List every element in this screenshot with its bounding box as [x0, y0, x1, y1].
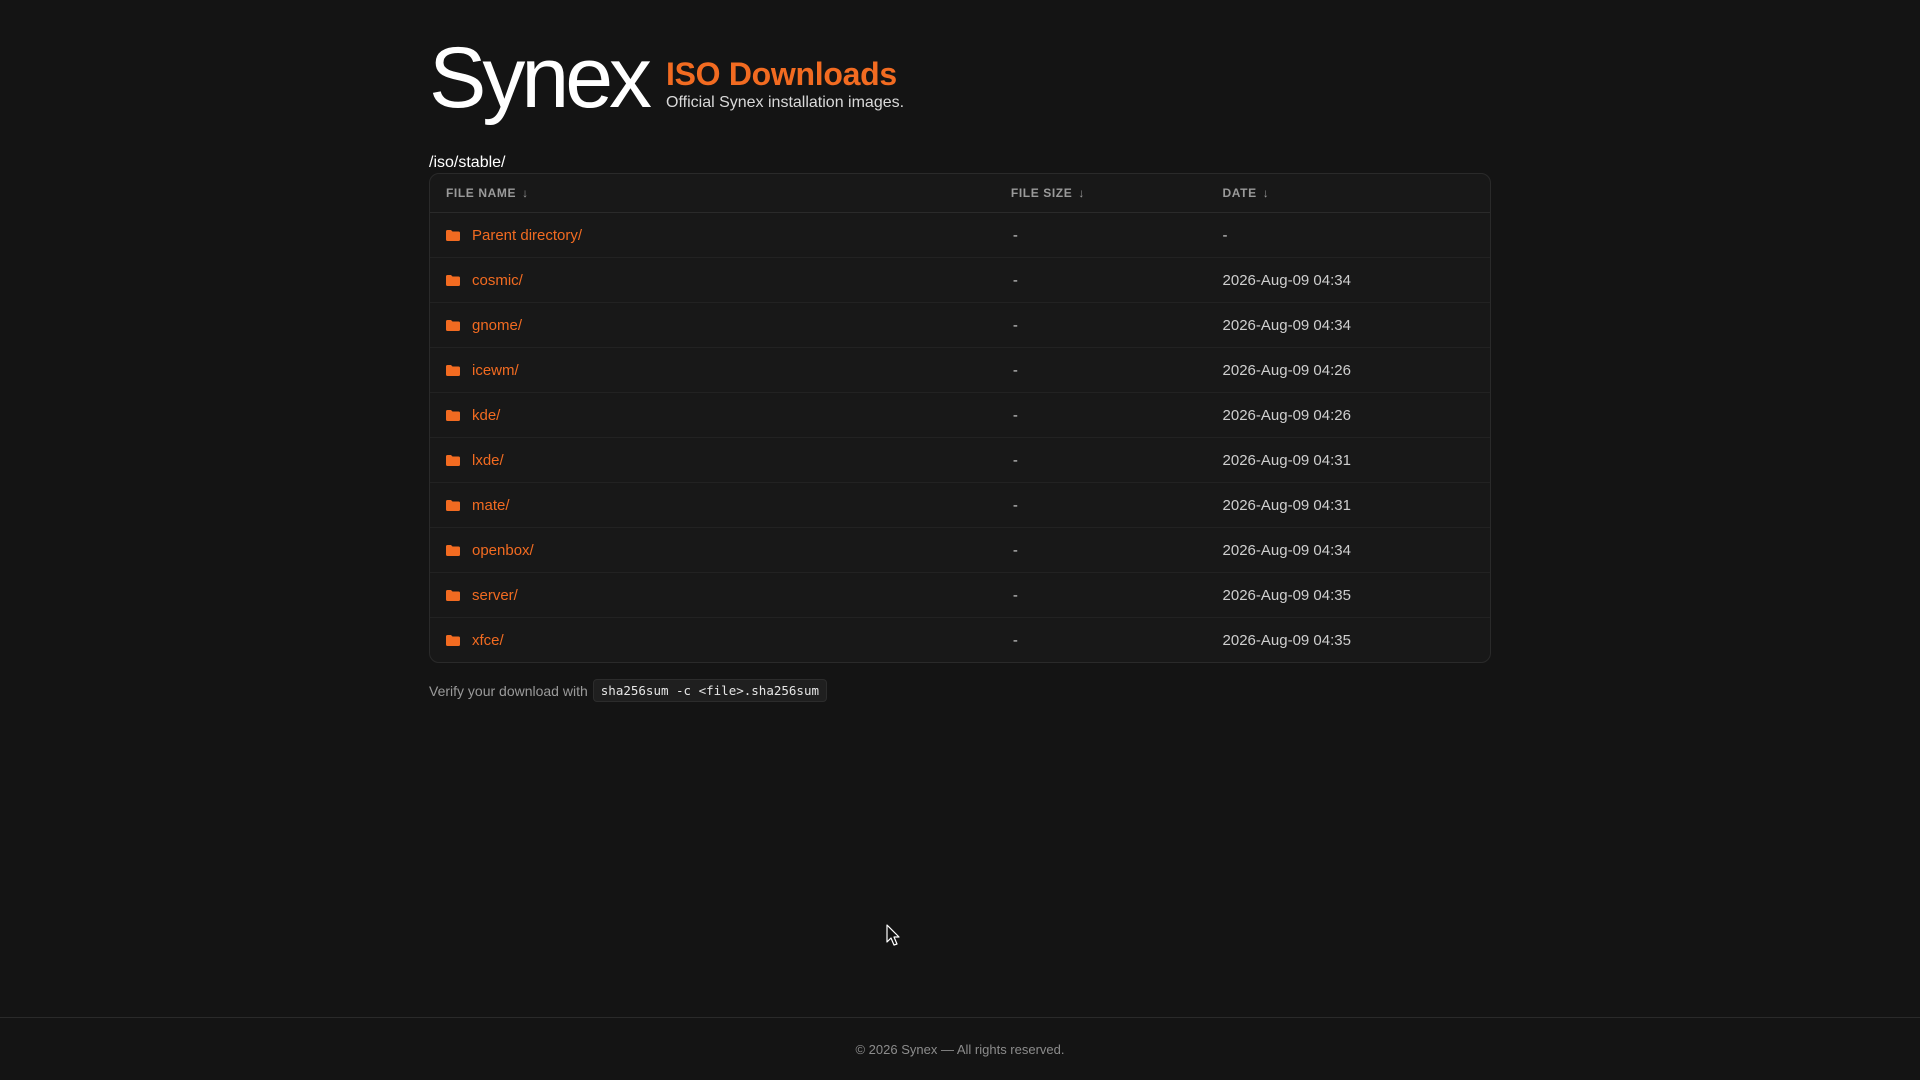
folder-icon	[446, 589, 460, 601]
verify-text: Verify your download with	[429, 682, 588, 699]
file-size-cell: -	[1012, 631, 1018, 649]
file-date-cell: 2026-Aug-09 04:35	[1222, 586, 1351, 604]
footer: © 2026 Synex — All rights reserved.	[0, 1017, 1920, 1080]
page: Synex ISO Downloads Official Synex insta…	[0, 0, 1920, 1080]
header-date-label: DATE	[1222, 186, 1257, 200]
file-link[interactable]: lxde/	[472, 452, 504, 469]
logo[interactable]: Synex	[429, 35, 652, 121]
table-row: lxde/ - 2026-Aug-09 04:31	[430, 438, 1490, 483]
table-row: kde/ - 2026-Aug-09 04:26	[430, 393, 1490, 438]
page-title: ISO Downloads	[666, 56, 897, 92]
file-size-cell: -	[1012, 451, 1018, 469]
file-link[interactable]: mate/	[472, 497, 510, 514]
file-link[interactable]: kde/	[472, 407, 500, 424]
file-name-cell: cosmic/	[430, 272, 1011, 289]
folder-icon	[446, 499, 460, 511]
file-size-cell: -	[1012, 316, 1018, 334]
file-link[interactable]: gnome/	[472, 317, 522, 334]
file-date-cell: 2026-Aug-09 04:34	[1222, 316, 1351, 334]
table-row: mate/ - 2026-Aug-09 04:31	[430, 483, 1490, 528]
file-link[interactable]: Parent directory/	[472, 227, 582, 244]
title-block: ISO Downloads Official Synex installatio…	[666, 56, 904, 113]
file-date-cell: 2026-Aug-09 04:34	[1222, 271, 1351, 289]
file-name-cell: xfce/	[430, 632, 1011, 649]
header-file-name-label: FILE NAME	[446, 186, 517, 200]
page-subtitle: Official Synex installation images.	[666, 94, 905, 111]
file-name-cell: openbox/	[430, 542, 1011, 559]
file-name-cell: server/	[430, 587, 1011, 604]
file-link[interactable]: cosmic/	[472, 272, 523, 289]
file-size-cell: -	[1012, 586, 1018, 604]
file-size-cell: -	[1012, 361, 1018, 379]
mouse-cursor-icon	[886, 924, 900, 946]
table-row: server/ - 2026-Aug-09 04:35	[430, 573, 1490, 618]
header-file-size-label: FILE SIZE	[1010, 186, 1073, 200]
file-date-cell: 2026-Aug-09 04:35	[1222, 631, 1351, 649]
folder-icon	[446, 319, 460, 331]
file-name-cell: Parent directory/	[430, 227, 1011, 244]
table-row: Parent directory/ - -	[430, 213, 1490, 258]
table-body: Parent directory/ - - cosmic/ - 2026-Aug…	[430, 213, 1490, 662]
table-row: icewm/ - 2026-Aug-09 04:26	[430, 348, 1490, 393]
file-link[interactable]: xfce/	[472, 632, 504, 649]
verify-command[interactable]: sha256sum -c <file>.sha256sum	[592, 679, 828, 702]
folder-icon	[446, 229, 460, 241]
file-date-cell: 2026-Aug-09 04:34	[1222, 541, 1351, 559]
file-size-cell: -	[1012, 271, 1018, 289]
file-link[interactable]: icewm/	[472, 362, 519, 379]
header-file-size[interactable]: FILE SIZE ↓	[1011, 186, 1223, 200]
file-link[interactable]: server/	[472, 587, 518, 604]
file-link[interactable]: openbox/	[472, 542, 534, 559]
file-name-cell: lxde/	[430, 452, 1011, 469]
folder-icon	[446, 454, 460, 466]
folder-icon	[446, 634, 460, 646]
table-header: FILE NAME ↓ FILE SIZE ↓ DATE ↓	[430, 174, 1490, 213]
file-size-cell: -	[1012, 541, 1018, 559]
file-date-cell: 2026-Aug-09 04:26	[1222, 406, 1351, 424]
table-row: gnome/ - 2026-Aug-09 04:34	[430, 303, 1490, 348]
header-file-name[interactable]: FILE NAME ↓	[430, 186, 1011, 200]
main-container: Synex ISO Downloads Official Synex insta…	[429, 35, 1491, 702]
file-name-cell: kde/	[430, 407, 1011, 424]
folder-icon	[446, 544, 460, 556]
folder-icon	[446, 364, 460, 376]
file-size-cell: -	[1012, 406, 1018, 424]
folder-icon	[446, 409, 460, 421]
arrow-down-icon: ↓	[1262, 186, 1270, 200]
file-size-cell: -	[1012, 226, 1018, 244]
table-row: cosmic/ - 2026-Aug-09 04:34	[430, 258, 1490, 303]
file-name-cell: gnome/	[430, 317, 1011, 334]
file-name-cell: icewm/	[430, 362, 1011, 379]
arrow-down-icon: ↓	[522, 186, 529, 200]
header-date[interactable]: DATE ↓	[1223, 186, 1490, 200]
file-date-cell: 2026-Aug-09 04:26	[1222, 361, 1351, 379]
verify-note: Verify your download with sha256sum -c <…	[429, 679, 1491, 702]
current-path: /iso/stable/	[429, 154, 506, 171]
file-date-cell: 2026-Aug-09 04:31	[1222, 451, 1351, 469]
table-row: xfce/ - 2026-Aug-09 04:35	[430, 618, 1490, 662]
file-date-cell: 2026-Aug-09 04:31	[1222, 496, 1351, 514]
file-date-cell: -	[1222, 226, 1228, 244]
file-size-cell: -	[1012, 496, 1018, 514]
folder-icon	[446, 274, 460, 286]
footer-text: © 2026 Synex — All rights reserved.	[855, 1041, 1065, 1057]
file-name-cell: mate/	[430, 497, 1011, 514]
file-table: FILE NAME ↓ FILE SIZE ↓ DATE ↓ Parent di…	[429, 173, 1491, 663]
arrow-down-icon: ↓	[1078, 186, 1085, 200]
table-row: openbox/ - 2026-Aug-09 04:34	[430, 528, 1490, 573]
header: Synex ISO Downloads Official Synex insta…	[429, 35, 1491, 128]
